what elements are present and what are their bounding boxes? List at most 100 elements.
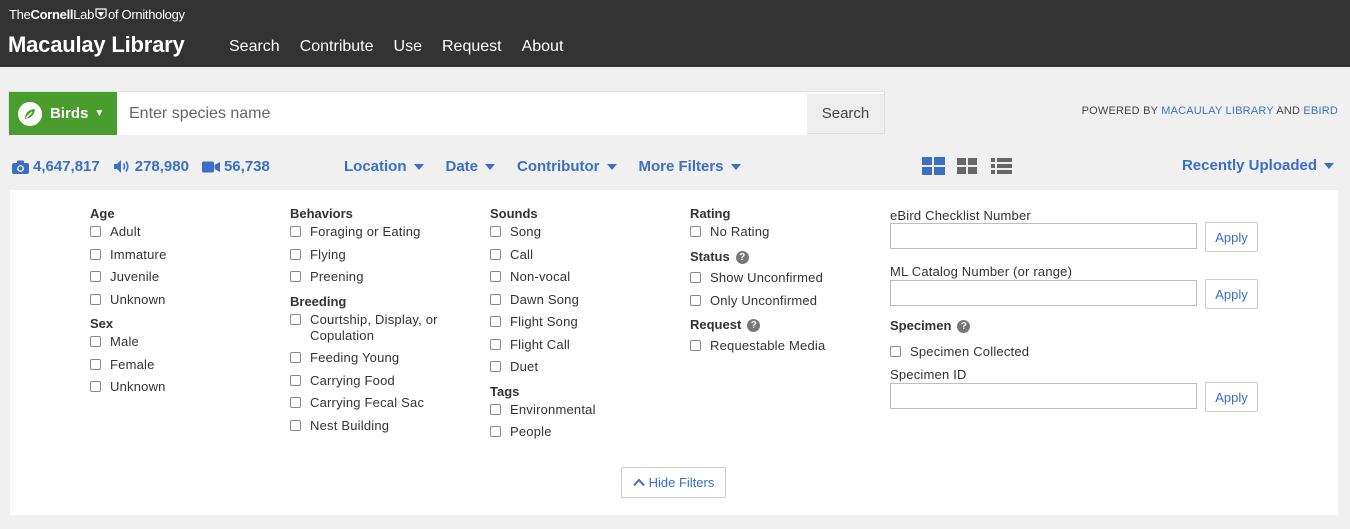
option-label: Requestable Media (710, 338, 826, 353)
sex-option[interactable]: Female (90, 357, 167, 373)
location-filter[interactable]: Location (344, 158, 424, 175)
checkbox[interactable] (690, 294, 701, 306)
ml-catalog-input[interactable] (890, 280, 1197, 306)
checkbox[interactable] (490, 293, 501, 305)
sound-option[interactable]: Call (490, 247, 596, 263)
checkbox[interactable] (690, 226, 701, 237)
checkbox[interactable] (290, 374, 301, 386)
nav-about[interactable]: About (522, 38, 564, 56)
checkbox[interactable] (890, 346, 901, 357)
date-filter[interactable]: Date (446, 158, 496, 175)
checkbox[interactable] (490, 338, 501, 350)
nav-request[interactable]: Request (442, 38, 502, 56)
breeding-option[interactable]: Feeding Young (290, 350, 470, 366)
checkbox[interactable] (290, 419, 301, 431)
behavior-option[interactable]: Foraging or Eating (290, 224, 470, 240)
chevron-down-icon (413, 163, 424, 170)
checkbox[interactable] (290, 352, 301, 363)
checkbox[interactable] (490, 316, 501, 327)
checkbox[interactable] (690, 340, 701, 351)
checkbox[interactable] (290, 226, 301, 237)
breeding-option[interactable]: Carrying Fecal Sac (290, 395, 470, 411)
checkbox[interactable] (490, 361, 501, 372)
list-view-icon[interactable] (990, 156, 1013, 176)
hide-filters-button[interactable]: Hide Filters (621, 467, 726, 498)
checkbox[interactable] (290, 271, 301, 282)
sort-dropdown[interactable]: Recently Uploaded (1182, 157, 1334, 174)
sex-title: Sex (90, 316, 114, 331)
checkbox[interactable] (290, 397, 301, 408)
sound-option[interactable]: Dawn Song (490, 292, 596, 308)
macaulay-link[interactable]: MACAULAY LIBRARY (1161, 105, 1273, 117)
help-icon[interactable]: ? (957, 320, 971, 333)
more-filters[interactable]: More Filters (639, 158, 741, 175)
status-option[interactable]: Only Unconfirmed (690, 293, 825, 309)
request-option[interactable]: Requestable Media (690, 338, 825, 354)
audio-count[interactable]: 278,980 (113, 158, 189, 175)
checkbox[interactable] (90, 358, 101, 370)
checkbox[interactable] (90, 226, 101, 237)
checkbox[interactable] (90, 381, 101, 392)
behavior-option[interactable]: Preening (290, 269, 470, 285)
tag-option[interactable]: People (490, 424, 596, 440)
age-option[interactable]: Juvenile (90, 269, 167, 285)
checkbox[interactable] (690, 272, 701, 283)
checkbox[interactable] (90, 336, 101, 347)
nav-use[interactable]: Use (394, 38, 422, 56)
behavior-option[interactable]: Flying (290, 247, 470, 263)
age-option[interactable]: Immature (90, 247, 167, 263)
checkbox[interactable] (490, 403, 501, 415)
status-option[interactable]: Show Unconfirmed (690, 270, 825, 286)
help-icon[interactable]: ? (735, 251, 749, 264)
option-label: Immature (110, 246, 167, 262)
sound-option[interactable]: Flight Song (490, 314, 596, 330)
large-grid-view-icon[interactable] (922, 156, 945, 176)
nav-contribute[interactable]: Contribute (300, 38, 374, 56)
checkbox[interactable] (290, 313, 301, 325)
option-label: Dawn Song (510, 291, 580, 307)
apply-checklist-button[interactable]: Apply (1205, 222, 1258, 252)
nav-search[interactable]: Search (229, 38, 280, 56)
breeding-option[interactable]: Courtship, Display, or Copulation (290, 312, 470, 344)
breeding-option[interactable]: Carrying Food (290, 373, 470, 389)
checkbox[interactable] (490, 226, 501, 237)
ebird-checklist-input[interactable] (890, 223, 1197, 249)
help-icon[interactable]: ? (747, 319, 761, 332)
checkbox[interactable] (490, 248, 501, 260)
photo-count[interactable]: 4,647,817 (12, 158, 100, 175)
site-title[interactable]: Macaulay Library (8, 32, 185, 58)
sound-option[interactable]: Duet (490, 359, 596, 375)
specimen-id-input[interactable] (890, 383, 1197, 409)
search-button[interactable]: Search (807, 94, 884, 133)
contributor-filter[interactable]: Contributor (517, 158, 617, 175)
tag-option[interactable]: Environmental (490, 402, 596, 418)
small-grid-view-icon[interactable] (956, 156, 979, 176)
cornell-lab-logo[interactable]: The Cornell Lab of Ornithology (9, 7, 185, 22)
sound-option[interactable]: Song (490, 224, 596, 240)
checkbox[interactable] (490, 426, 501, 437)
checkbox[interactable] (290, 248, 301, 260)
sound-option[interactable]: Non-vocal (490, 269, 596, 285)
species-search-input[interactable] (117, 92, 807, 135)
breeding-option[interactable]: Nest Building (290, 418, 470, 434)
specimen-option[interactable]: Specimen Collected (890, 344, 1029, 360)
checkbox[interactable] (90, 293, 101, 305)
rating-option[interactable]: No Rating (690, 224, 825, 240)
sex-option[interactable]: Unknown (90, 379, 167, 395)
sex-option[interactable]: Male (90, 334, 167, 350)
age-option[interactable]: Unknown (90, 292, 167, 308)
age-option[interactable]: Adult (90, 224, 167, 240)
checkbox[interactable] (490, 271, 501, 282)
video-count[interactable]: 56,738 (201, 158, 270, 175)
checkbox[interactable] (90, 271, 101, 282)
apply-specimen-button[interactable]: Apply (1205, 382, 1258, 412)
hide-filters-label: Hide Filters (648, 475, 715, 490)
ebird-link[interactable]: EBIRD (1303, 105, 1338, 117)
checkbox[interactable] (90, 248, 101, 260)
apply-catalog-button[interactable]: Apply (1205, 279, 1258, 309)
sound-option[interactable]: Flight Call (490, 337, 596, 353)
option-label: Environmental (510, 401, 596, 417)
behaviors-title: Behaviors (290, 206, 353, 221)
status-title: Status? (690, 247, 825, 267)
taxon-dropdown-button[interactable]: Birds ▼ (9, 92, 117, 135)
